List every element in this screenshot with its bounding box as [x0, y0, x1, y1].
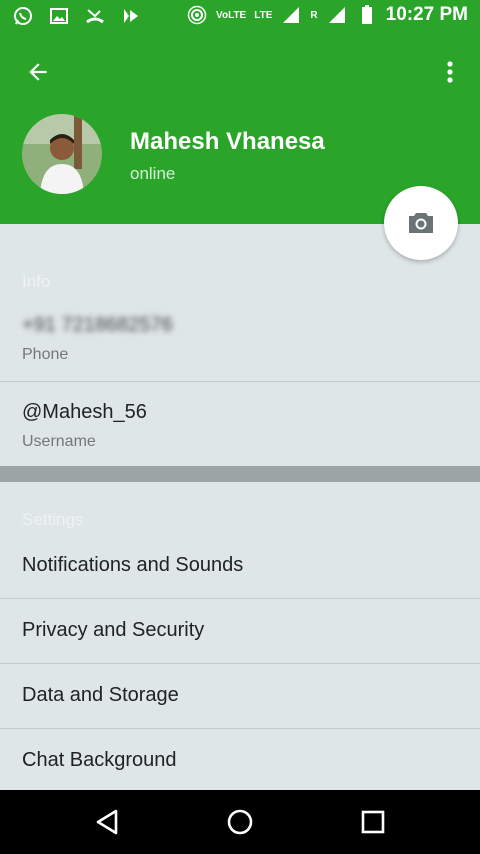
camera-icon [409, 213, 433, 233]
setting-chat-background[interactable]: Chat Background [0, 729, 480, 794]
username-item[interactable]: @Mahesh_56 Username [0, 382, 480, 466]
back-arrow-icon [29, 63, 47, 81]
nav-home-icon [227, 809, 253, 835]
nav-recents-button[interactable] [353, 802, 393, 842]
setting-data-storage[interactable]: Data and Storage [0, 664, 480, 729]
missed-call-icon [84, 5, 106, 27]
nav-recents-icon [361, 810, 385, 834]
navigation-bar [0, 790, 480, 854]
setting-label: Chat Background [22, 749, 177, 771]
nav-back-icon [96, 809, 118, 835]
more-options-button[interactable] [438, 52, 462, 92]
status-time: 10:27 PM [385, 4, 468, 25]
battery-icon [356, 4, 378, 26]
setting-privacy[interactable]: Privacy and Security [0, 599, 480, 664]
settings-section-title: Settings [22, 510, 84, 529]
back-button[interactable] [18, 52, 58, 92]
profile-name: Mahesh Vhanesa [130, 128, 325, 155]
lte-label: LTE [254, 9, 273, 21]
whatsapp-icon [12, 5, 34, 27]
setting-label: Notifications and Sounds [22, 554, 244, 576]
phone-item[interactable]: +91 7218682576 Phone [0, 296, 480, 382]
avatar[interactable] [22, 114, 102, 194]
profile-status: online [130, 164, 176, 183]
hotspot-icon [186, 4, 208, 26]
phone-value: +91 7218682576 [22, 314, 173, 336]
camera-button[interactable] [384, 186, 458, 260]
notification-icon [120, 5, 142, 27]
signal-icon [280, 4, 302, 26]
signal-icon [326, 4, 348, 26]
username-label: Username [22, 433, 96, 450]
setting-notifications[interactable]: Notifications and Sounds [0, 534, 480, 599]
nav-back-button[interactable] [87, 802, 127, 842]
phone-label: Phone [22, 346, 69, 363]
nav-home-button[interactable] [220, 802, 260, 842]
more-vert-icon [447, 61, 453, 83]
roaming-label: R [310, 9, 318, 21]
username-value: @Mahesh_56 [22, 401, 147, 423]
status-bar: VoLTE LTE R 10:27 PM [0, 0, 480, 32]
volte-label: VoLTE [216, 9, 247, 21]
info-section-title: Info [22, 272, 51, 291]
section-divider [0, 466, 480, 482]
gallery-icon [48, 5, 70, 27]
setting-label: Data and Storage [22, 684, 179, 706]
setting-label: Privacy and Security [22, 619, 205, 641]
